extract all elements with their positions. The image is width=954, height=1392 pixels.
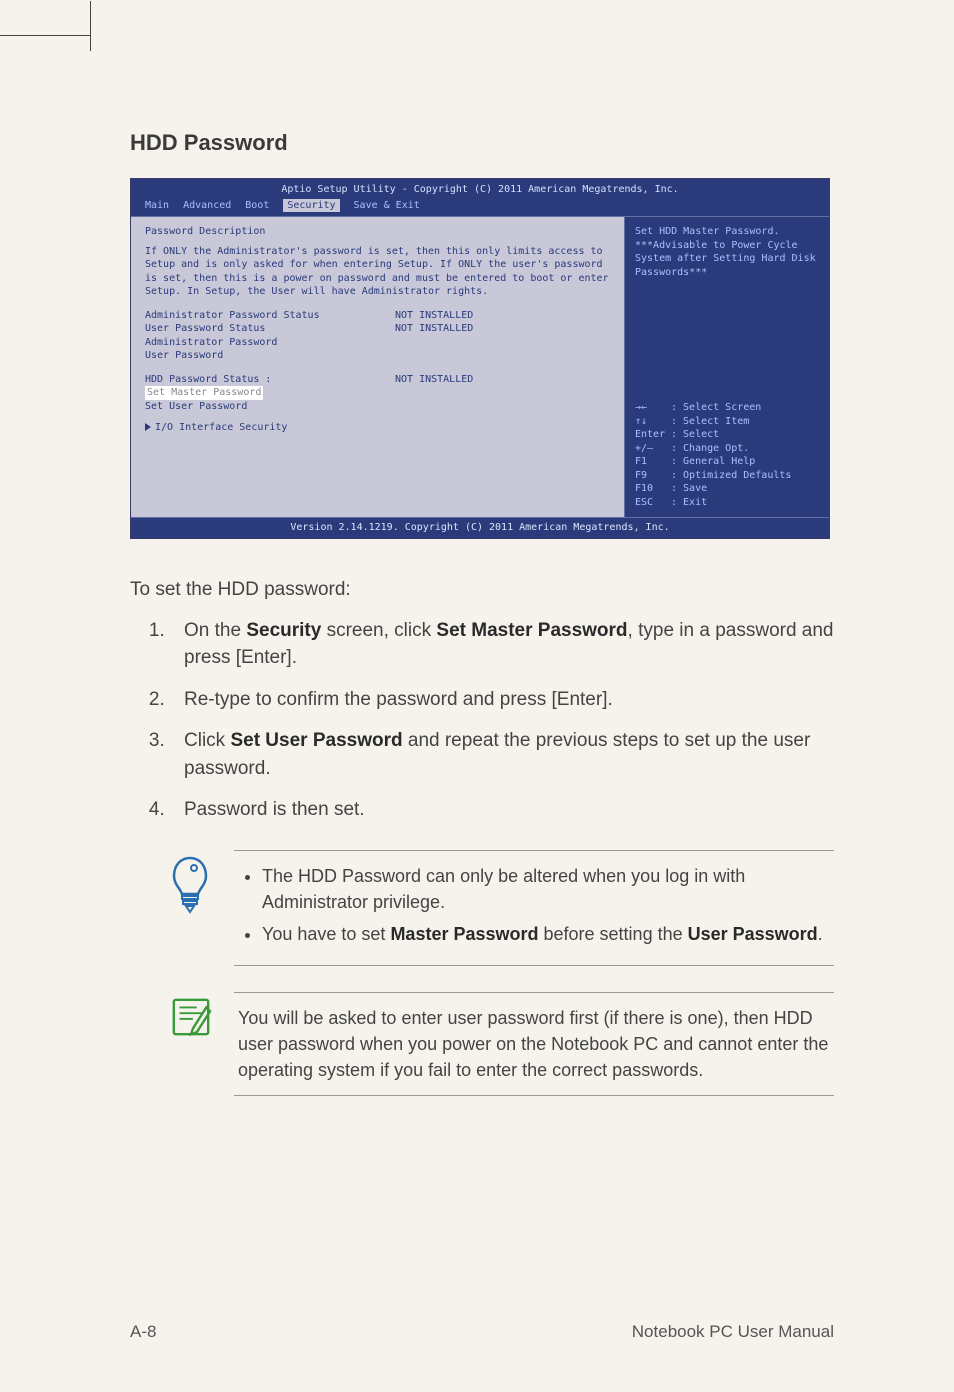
bios-item-set-master-password: Set Master Password bbox=[145, 386, 263, 400]
bios-footer: Version 2.14.1219. Copyright (C) 2011 Am… bbox=[131, 517, 829, 538]
tip2-bold-user: User Password bbox=[688, 924, 818, 944]
note-icon bbox=[170, 992, 212, 1096]
bios-key-arrows-v-desc: : Select Item bbox=[671, 416, 749, 427]
step-1-bold-security: Security bbox=[246, 620, 321, 641]
note-text: You will be asked to enter user password… bbox=[234, 992, 834, 1096]
bios-item-set-user-password: Set User Password bbox=[145, 400, 614, 414]
bios-tab-advanced: Advanced bbox=[183, 199, 231, 213]
bios-item-admin-password: Administrator Password bbox=[145, 336, 614, 350]
step-3: Click Set User Password and repeat the p… bbox=[170, 727, 834, 782]
bios-left-pane: Password Description If ONLY the Adminis… bbox=[131, 217, 624, 517]
bios-key-esc: ESC bbox=[635, 496, 671, 510]
bios-key-arrows-v: ↑↓ bbox=[635, 415, 671, 429]
page-number: A-8 bbox=[130, 1322, 156, 1342]
lead-text: To set the HDD password: bbox=[130, 579, 834, 601]
bios-key-esc-desc: : Exit bbox=[671, 497, 707, 508]
tip-item-2: You have to set Master Password before s… bbox=[262, 921, 830, 947]
page-footer: A-8 Notebook PC User Manual bbox=[130, 1322, 834, 1342]
bios-item-io-interface-security: I/O Interface Security bbox=[155, 422, 287, 433]
bios-key-enter: Enter bbox=[635, 428, 671, 442]
bios-user-status-value: NOT INSTALLED bbox=[395, 322, 473, 336]
bios-key-plusminus-desc: : Change Opt. bbox=[671, 443, 749, 454]
step-4: Password is then set. bbox=[170, 796, 834, 824]
bios-tab-boot: Boot bbox=[245, 199, 269, 213]
bios-key-plusminus: +/— bbox=[635, 442, 671, 456]
bios-key-f1-desc: : General Help bbox=[671, 456, 755, 467]
tip2-e: . bbox=[818, 924, 823, 944]
tip-item-1: The HDD Password can only be altered whe… bbox=[262, 863, 830, 915]
step-1-text-c: screen, click bbox=[321, 620, 436, 641]
bios-tab-bar: Main Advanced Boot Security Save & Exit bbox=[131, 199, 829, 217]
triangle-icon bbox=[145, 423, 151, 431]
tip2-a: You have to set bbox=[262, 924, 390, 944]
bios-tab-security: Security bbox=[283, 199, 339, 213]
bios-screenshot: Aptio Setup Utility - Copyright (C) 2011… bbox=[130, 178, 830, 539]
bios-key-f10: F10 bbox=[635, 482, 671, 496]
bios-item-user-password: User Password bbox=[145, 349, 614, 363]
bios-title: Aptio Setup Utility - Copyright (C) 2011… bbox=[131, 179, 829, 199]
bios-key-enter-desc: : Select bbox=[671, 429, 719, 440]
callout-note: You will be asked to enter user password… bbox=[170, 992, 834, 1096]
callout-tip: The HDD Password can only be altered whe… bbox=[170, 850, 834, 966]
bios-key-arrows-h: →← bbox=[635, 401, 671, 415]
bios-help-line1: Set HDD Master Password. bbox=[635, 225, 819, 239]
tip2-bold-master: Master Password bbox=[390, 924, 538, 944]
bios-tab-main: Main bbox=[145, 199, 169, 213]
steps-list: On the Security screen, click Set Master… bbox=[130, 617, 834, 824]
bios-password-description-title: Password Description bbox=[145, 225, 614, 239]
step-3-text-a: Click bbox=[184, 730, 230, 751]
bios-key-f1: F1 bbox=[635, 455, 671, 469]
bios-key-arrows-h-desc: : Select Screen bbox=[671, 402, 761, 413]
bios-hdd-status-value: NOT INSTALLED bbox=[395, 373, 473, 387]
tip2-c: before setting the bbox=[539, 924, 688, 944]
bios-key-f9: F9 bbox=[635, 469, 671, 483]
bios-key-legend: →←: Select Screen ↑↓: Select Item Enter:… bbox=[635, 401, 819, 509]
step-1-text-a: On the bbox=[184, 620, 246, 641]
bios-key-f10-desc: : Save bbox=[671, 483, 707, 494]
bios-right-pane: Set HDD Master Password. ***Advisable to… bbox=[624, 217, 829, 517]
bios-admin-status-label: Administrator Password Status bbox=[145, 309, 395, 323]
step-1: On the Security screen, click Set Master… bbox=[170, 617, 834, 672]
section-heading: HDD Password bbox=[130, 130, 834, 156]
bios-user-status-label: User Password Status bbox=[145, 322, 395, 336]
bios-admin-status-value: NOT INSTALLED bbox=[395, 309, 473, 323]
manual-title: Notebook PC User Manual bbox=[632, 1322, 834, 1342]
bios-tab-save-exit: Save & Exit bbox=[354, 199, 420, 213]
step-3-bold-set-user: Set User Password bbox=[230, 730, 402, 751]
bios-help-line2: ***Advisable to Power Cycle System after… bbox=[635, 239, 819, 280]
crop-mark bbox=[0, 35, 90, 59]
step-2: Re-type to confirm the password and pres… bbox=[170, 686, 834, 714]
bios-key-f9-desc: : Optimized Defaults bbox=[671, 470, 791, 481]
bios-hdd-status-label: HDD Password Status : bbox=[145, 373, 395, 387]
step-1-bold-set-master: Set Master Password bbox=[436, 620, 627, 641]
bios-password-description-text: If ONLY the Administrator's password is … bbox=[145, 245, 614, 299]
tip-icon bbox=[170, 850, 212, 966]
